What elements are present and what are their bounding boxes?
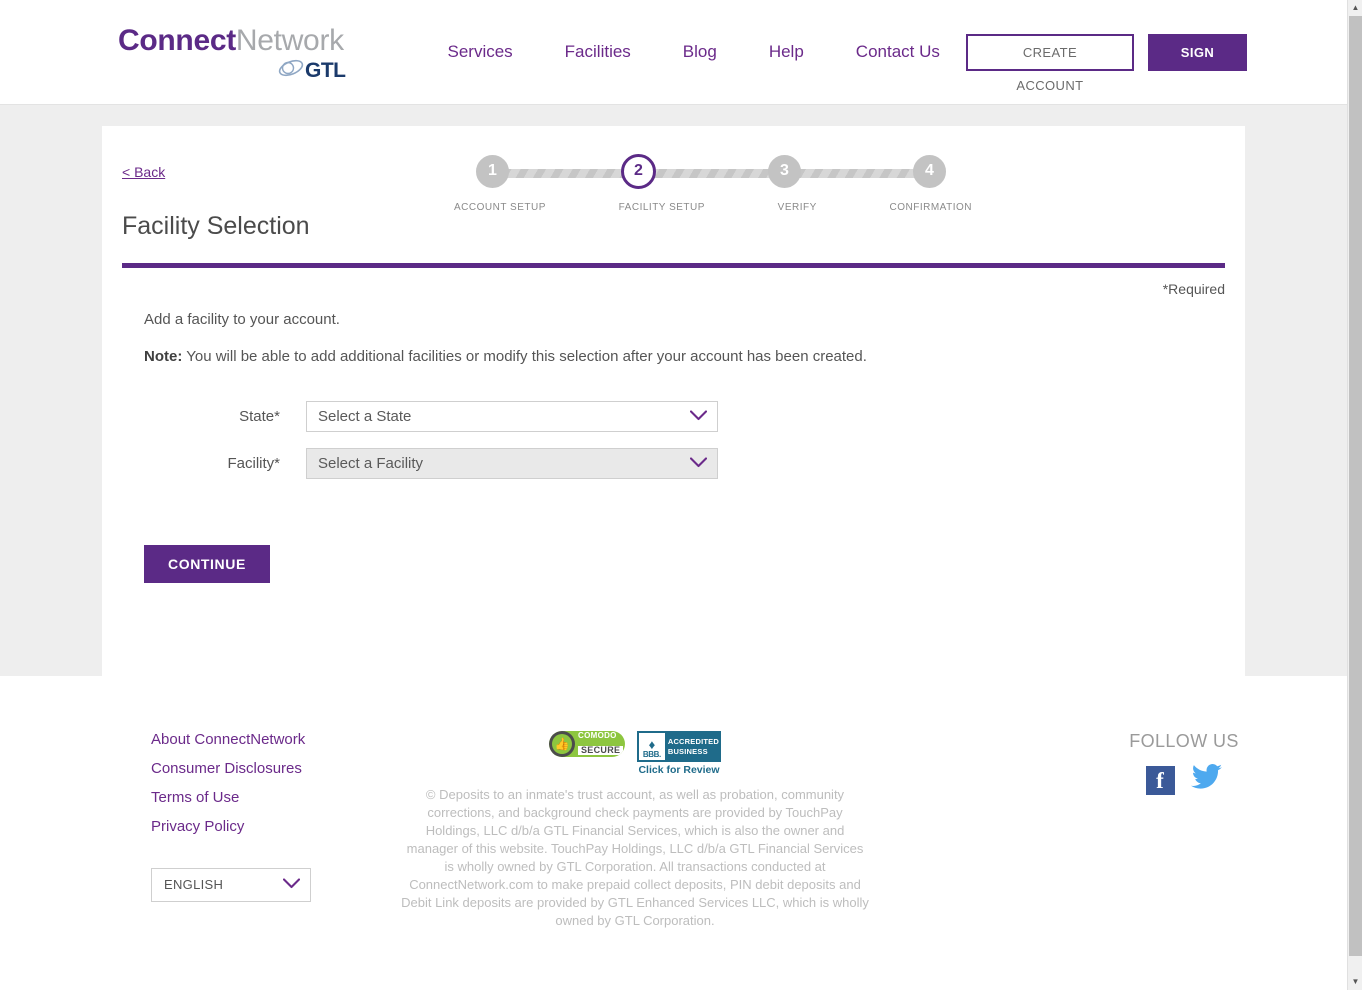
main-navigation: Services Facilities Blog Help Contact Us: [421, 42, 965, 62]
twitter-icon[interactable]: [1190, 764, 1223, 796]
comodo-secure-badge[interactable]: 👍 COMODO SECURE: [549, 731, 625, 757]
step-4-confirmation[interactable]: 4: [913, 154, 946, 188]
browser-viewport: ConnectNetwork GTL Services Facilities B…: [0, 0, 1347, 990]
bbb-line-1: ACCREDITED: [667, 737, 719, 747]
step-1-label: ACCOUNT SETUP: [454, 202, 546, 213]
scrollbar-thumb[interactable]: [1349, 16, 1362, 956]
sign-in-button[interactable]: SIGN IN: [1147, 33, 1247, 93]
footer-link-consumer-disclosures[interactable]: Consumer Disclosures: [151, 760, 360, 777]
nav-item-facilities[interactable]: Facilities: [539, 42, 657, 62]
nav-item-services[interactable]: Services: [421, 42, 538, 62]
footer-link-terms-of-use[interactable]: Terms of Use: [151, 789, 360, 806]
scroll-down-arrow[interactable]: ▼: [1348, 974, 1362, 990]
bbb-click-for-review[interactable]: Click for Review: [637, 764, 721, 776]
required-note: *Required: [1162, 281, 1225, 297]
bbb-accredited-badge[interactable]: ♦ BBB. ACCREDITED BUSINESS: [637, 731, 721, 762]
site-header: ConnectNetwork GTL Services Facilities B…: [0, 0, 1347, 105]
step-indicator: 1 2 3 4 ACCOUNT SETUP FACILITY SETUP VER…: [454, 150, 971, 213]
logo-network-text: Network: [235, 24, 344, 57]
back-link[interactable]: < Back: [122, 164, 165, 180]
facility-field-row: Facility* Select a Facility: [144, 448, 1245, 479]
footer-link-about[interactable]: About ConnectNetwork: [151, 731, 360, 748]
facility-label: Facility*: [144, 455, 306, 472]
comodo-line-1: COMODO: [578, 731, 617, 740]
state-required-mark: *: [274, 408, 280, 425]
thumbs-up-icon: 👍: [549, 731, 575, 757]
copyright-text: © Deposits to an inmate's trust account,…: [401, 787, 869, 928]
gtl-text: GTL: [304, 58, 346, 82]
bbb-badge-wrap: ♦ BBB. ACCREDITED BUSINESS Click for Rev…: [637, 731, 721, 776]
step-2-facility-setup[interactable]: 2: [621, 153, 656, 189]
comodo-badge-text: COMODO SECURE: [575, 731, 625, 757]
step-track: 1 2 3 4: [476, 150, 946, 192]
step-3-label: VERIFY: [777, 202, 817, 213]
site-footer: About ConnectNetwork Consumer Disclosure…: [0, 676, 1347, 989]
step-2-label: FACILITY SETUP: [618, 202, 705, 213]
nav-item-blog[interactable]: Blog: [657, 42, 743, 62]
note-label: Note:: [144, 348, 183, 365]
footer-links: About ConnectNetwork Consumer Disclosure…: [0, 731, 360, 989]
facility-select[interactable]: Select a Facility: [306, 448, 718, 479]
facility-selection-card: < Back 1 2 3 4 ACCOUNT SETUP FACILITY SE…: [102, 126, 1245, 676]
step-4-label: CONFIRMATION: [889, 202, 972, 213]
vertical-scrollbar[interactable]: ▲ ▼: [1347, 0, 1362, 990]
state-label-text: State: [239, 408, 275, 425]
page-title: Facility Selection: [122, 212, 310, 240]
step-labels: ACCOUNT SETUP FACILITY SETUP VERIFY CONF…: [454, 202, 971, 213]
gtl-swoosh-icon: [278, 58, 304, 82]
state-label: State*: [144, 408, 306, 425]
note-body: You will be able to add additional facil…: [182, 348, 867, 365]
create-account-button[interactable]: CREATE ACCOUNT: [965, 33, 1134, 93]
step-3-verify[interactable]: 3: [768, 154, 801, 188]
continue-button[interactable]: CONTINUE: [144, 545, 270, 583]
follow-us-section: FOLLOW US f: [1109, 731, 1259, 796]
facebook-icon[interactable]: f: [1145, 765, 1175, 795]
language-select[interactable]: ENGLISH: [151, 868, 311, 902]
comodo-line-2: SECURE: [578, 745, 624, 755]
step-connector-line: [500, 169, 922, 178]
footer-link-privacy-policy[interactable]: Privacy Policy: [151, 818, 360, 835]
trust-badges: 👍 COMODO SECURE ♦ BBB. ACCREDITED BUSINE…: [395, 731, 875, 776]
note-text: Note: You will be able to add additional…: [144, 348, 1245, 365]
bbb-line-2: BUSINESS: [667, 746, 708, 756]
intro-text: Add a facility to your account.: [144, 311, 340, 328]
bbb-badge-text: ACCREDITED BUSINESS: [668, 737, 719, 756]
state-select-wrap: Select a State: [306, 401, 718, 432]
follow-us-title: FOLLOW US: [1129, 731, 1239, 751]
logo-connect-text: Connect: [118, 24, 236, 57]
logo-wordmark: ConnectNetwork: [118, 26, 349, 56]
nav-item-contact-us[interactable]: Contact Us: [830, 42, 966, 62]
state-select[interactable]: Select a State: [306, 401, 718, 432]
bbb-mark-text: BBB.: [642, 750, 661, 759]
nav-item-help[interactable]: Help: [743, 42, 830, 62]
footer-center: 👍 COMODO SECURE ♦ BBB. ACCREDITED BUSINE…: [395, 731, 875, 989]
social-links: f: [1109, 764, 1259, 796]
facility-label-text: Facility: [227, 455, 275, 472]
facility-select-wrap: Select a Facility: [306, 448, 718, 479]
facility-required-mark: *: [274, 455, 280, 472]
gtl-logo: GTL: [118, 58, 349, 82]
header-actions: CREATE ACCOUNT SIGN IN: [965, 33, 1247, 93]
title-divider: [122, 263, 1225, 268]
page-body: < Back 1 2 3 4 ACCOUNT SETUP FACILITY SE…: [0, 105, 1347, 676]
scroll-up-arrow[interactable]: ▲: [1348, 0, 1362, 16]
facility-form: State* Select a State Facility* Select a…: [102, 401, 1245, 479]
step-1-account-setup[interactable]: 1: [476, 154, 509, 188]
bbb-torch-icon: ♦ BBB.: [639, 733, 665, 760]
language-select-wrap: ENGLISH: [151, 868, 311, 902]
state-field-row: State* Select a State: [144, 401, 1245, 432]
connectnetwork-logo[interactable]: ConnectNetwork GTL: [118, 22, 349, 82]
